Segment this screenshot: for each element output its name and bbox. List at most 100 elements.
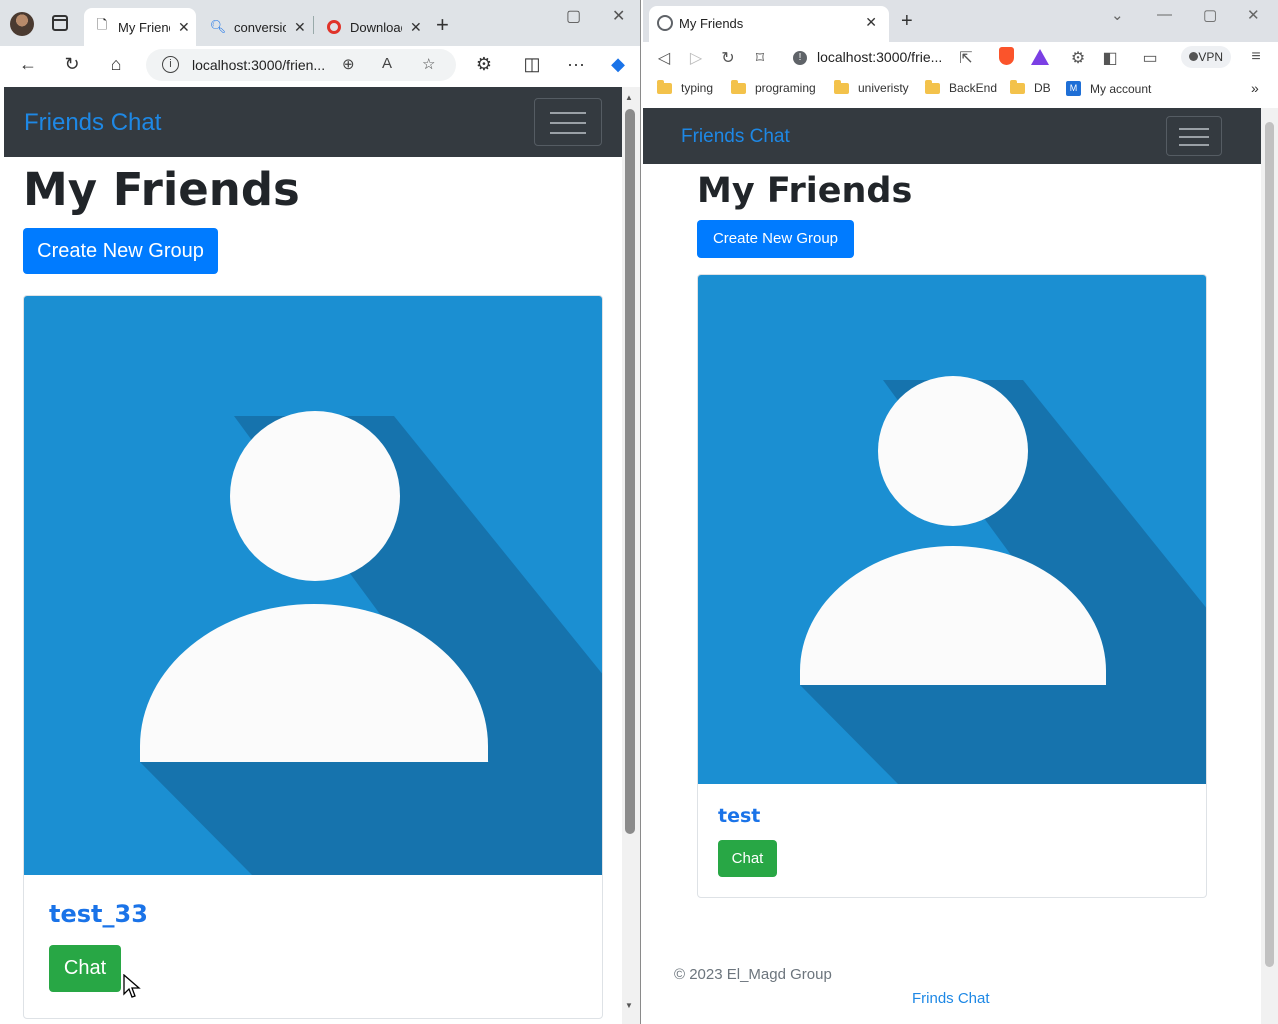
read-aloud-icon[interactable]: A — [382, 55, 392, 72]
close-icon[interactable]: ✕ — [178, 19, 190, 36]
edge-window: 🗋 My Friends ✕ 🔍︎ conversion ✕ Downloads… — [0, 0, 641, 1024]
bookmark-my-account[interactable]: M My account — [1066, 81, 1151, 96]
folder-icon — [657, 79, 672, 94]
friend-name[interactable]: test_33 — [49, 900, 148, 928]
minimize-icon[interactable]: — — [1157, 6, 1172, 23]
menu-bar-icon — [549, 112, 587, 114]
bookmarks-bar: typing programing univeristy BackEnd DB … — [643, 76, 1278, 104]
new-tab-icon[interactable]: + — [901, 10, 913, 33]
brave-shields-icon[interactable] — [999, 47, 1014, 65]
bookmark-programing[interactable]: programing — [731, 79, 816, 95]
scroll-thumb[interactable] — [625, 109, 635, 834]
folder-icon — [925, 79, 940, 94]
close-window-icon[interactable]: ✕ — [612, 6, 625, 26]
address-bar[interactable]: i localhost:3000/frien... ⊕ A ☆ — [146, 49, 456, 81]
profile-avatar[interactable] — [10, 12, 34, 36]
maximize-icon[interactable]: ▢ — [1203, 6, 1217, 24]
bookmark-db[interactable]: DB — [1010, 79, 1051, 95]
scroll-up-icon[interactable]: ▲ — [625, 93, 633, 102]
bookmark-backend[interactable]: BackEnd — [925, 79, 997, 95]
navbar-toggler[interactable] — [534, 98, 602, 146]
footer-copyright: © 2023 El_Magd Group — [674, 966, 832, 983]
refresh-icon[interactable]: ↻ — [60, 54, 84, 75]
split-screen-icon[interactable]: ◫ — [520, 54, 544, 75]
forward-icon[interactable]: ▷ — [685, 48, 707, 68]
scrollbar[interactable]: ▲ ▼ — [622, 87, 640, 1024]
extensions-icon[interactable]: ⚙ — [472, 54, 496, 75]
page-icon: 🗋 — [96, 17, 108, 32]
edge-page-viewport: Friends Chat My Friends Create New Group — [4, 87, 622, 1024]
scroll-down-icon[interactable]: ▼ — [625, 1001, 633, 1010]
chevron-double-right-icon[interactable]: » — [1251, 80, 1259, 96]
url-text: localhost:3000/frien... — [192, 57, 326, 73]
favorite-star-icon[interactable]: ☆ — [422, 55, 435, 73]
close-icon[interactable]: ✕ — [410, 19, 422, 36]
tab-separator — [313, 16, 314, 34]
close-icon[interactable]: ✕ — [865, 14, 877, 31]
folder-icon — [834, 79, 849, 94]
url-text[interactable]: localhost:3000/frie... — [817, 49, 942, 65]
menu-bar-icon — [549, 122, 587, 124]
footer-link[interactable]: Frinds Chat — [912, 990, 990, 1007]
wallet-icon[interactable]: ▭ — [1139, 48, 1161, 68]
minimize-icon[interactable]: ▢ — [566, 6, 581, 26]
friend-card: test_33 Chat — [23, 295, 603, 1019]
chat-button[interactable]: Chat — [718, 840, 777, 877]
create-group-button[interactable]: Create New Group — [697, 220, 854, 258]
tab-conversion[interactable]: 🔍︎ conversion ✕ — [200, 8, 310, 46]
bookmark-univeristy[interactable]: univeristy — [834, 79, 909, 95]
more-icon[interactable]: ··· — [564, 54, 588, 75]
chat-button[interactable]: Chat — [49, 945, 121, 992]
zoom-icon[interactable]: ⊕ — [342, 55, 355, 73]
menu-bar-icon — [1178, 128, 1210, 130]
search-icon: 🔍︎ — [209, 19, 227, 34]
copilot-icon[interactable]: ◆ — [606, 54, 630, 75]
bookmark-icon[interactable]: ⌑ — [749, 48, 771, 68]
tab-my-friends[interactable]: 🗋 My Friends ✕ — [84, 8, 196, 46]
vpn-button[interactable]: VPN — [1181, 46, 1231, 68]
navbar-toggler[interactable] — [1166, 116, 1222, 156]
back-icon[interactable]: ← — [16, 54, 40, 75]
tab-actions-icon[interactable] — [52, 15, 68, 31]
new-tab-icon[interactable]: + — [436, 12, 449, 38]
share-icon[interactable]: ⇱ — [955, 48, 977, 68]
folder-icon — [731, 79, 746, 94]
opera-icon — [326, 19, 342, 35]
scroll-thumb[interactable] — [1265, 122, 1274, 967]
navbar-brand[interactable]: Friends Chat — [681, 126, 790, 148]
tab-my-friends[interactable]: My Friends ✕ — [649, 6, 889, 42]
close-window-icon[interactable]: ✕ — [1247, 6, 1260, 24]
tab-downloads[interactable]: Downloads ✕ — [316, 8, 428, 46]
sidebar-icon[interactable]: ◧ — [1099, 48, 1121, 68]
friend-name[interactable]: test — [718, 805, 760, 827]
menu-bar-icon — [1178, 136, 1210, 138]
chevron-down-icon[interactable]: ⌄ — [1111, 6, 1124, 24]
info-icon[interactable]: i — [162, 56, 179, 73]
extensions-icon[interactable]: ⚙ — [1067, 48, 1089, 68]
brave-window: My Friends ✕ + ⌄ — ▢ ✕ ◁ ▷ ↻ ⌑ ! localho… — [643, 0, 1278, 1024]
back-icon[interactable]: ◁ — [653, 48, 675, 68]
bookmark-label: DB — [1034, 81, 1051, 95]
tab-title: My Friends — [118, 19, 170, 35]
friend-card: test Chat — [697, 274, 1207, 898]
refresh-icon[interactable]: ↻ — [717, 48, 739, 68]
bookmark-label: univeristy — [858, 81, 909, 95]
navbar: Friends Chat — [643, 108, 1261, 164]
page-title: My Friends — [697, 171, 913, 211]
scrollbar[interactable] — [1261, 108, 1278, 1024]
avatar-image — [698, 275, 1206, 784]
page-title: My Friends — [23, 163, 300, 216]
navbar: Friends Chat — [4, 87, 622, 157]
brave-rewards-icon[interactable] — [1031, 49, 1049, 65]
bookmark-label: My account — [1090, 81, 1152, 96]
user-silhouette-icon — [24, 296, 602, 875]
create-group-button[interactable]: Create New Group — [23, 228, 218, 274]
home-icon[interactable]: ⌂ — [104, 54, 128, 75]
close-icon[interactable]: ✕ — [294, 19, 306, 36]
menu-icon[interactable]: ≡ — [1245, 48, 1267, 66]
menu-bar-icon — [1178, 144, 1210, 146]
brave-page-viewport: Friends Chat My Friends Create New Group — [643, 108, 1261, 1024]
navbar-brand[interactable]: Friends Chat — [24, 109, 161, 137]
info-icon[interactable]: ! — [793, 51, 807, 65]
bookmark-typing[interactable]: typing — [657, 79, 713, 95]
